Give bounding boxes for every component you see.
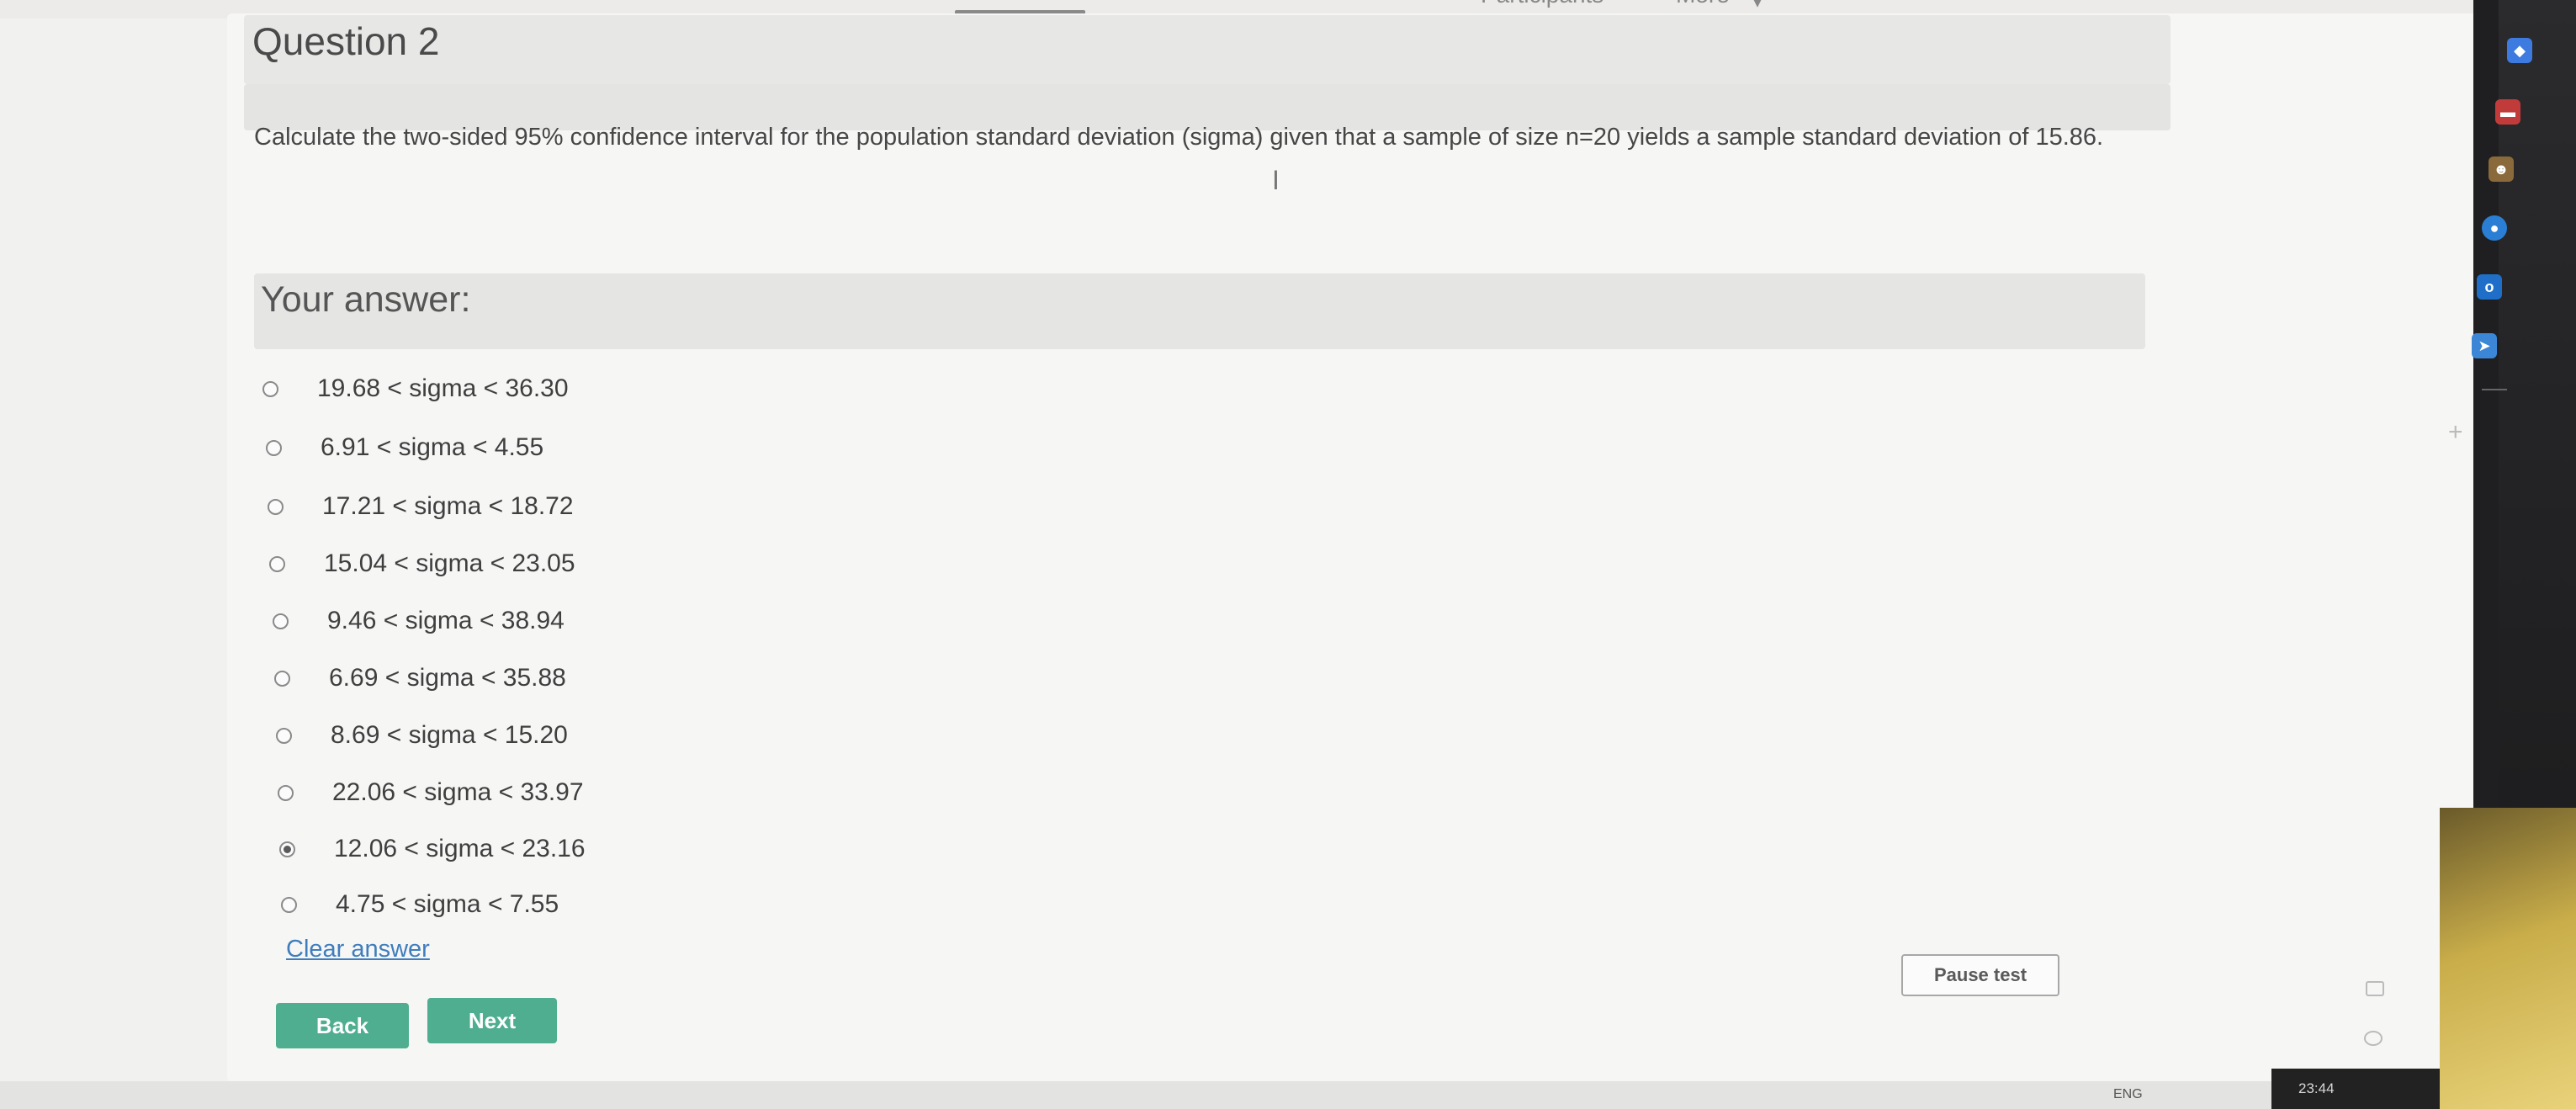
question-title: Question 2 [252, 19, 440, 63]
answer-option[interactable]: 12.06 < sigma < 23.16 [279, 830, 586, 868]
copilot-icon[interactable]: ● [2482, 215, 2507, 241]
answer-option[interactable]: 4.75 < sigma < 7.55 [281, 886, 559, 923]
answer-option[interactable]: 9.46 < sigma < 38.94 [273, 602, 564, 639]
settings-icon[interactable] [2364, 1031, 2383, 1046]
radio-button[interactable] [279, 841, 295, 857]
answer-option-label: 6.91 < sigma < 4.55 [321, 433, 544, 461]
desk-background [2440, 808, 2576, 1109]
people-icon[interactable]: ☻ [2489, 157, 2514, 182]
next-button[interactable]: Next [427, 998, 557, 1043]
window-icon[interactable] [2366, 981, 2384, 996]
radio-button[interactable] [268, 498, 284, 515]
answer-option[interactable]: 22.06 < sigma < 33.97 [278, 774, 584, 811]
answer-option-label: 15.04 < sigma < 23.05 [324, 549, 575, 577]
answer-option-label: 4.75 < sigma < 7.55 [336, 890, 559, 918]
answer-option-label: 6.69 < sigma < 35.88 [329, 664, 566, 692]
radio-button[interactable] [269, 555, 285, 572]
answer-option[interactable]: 6.91 < sigma < 4.55 [266, 429, 543, 466]
answer-option[interactable]: 6.69 < sigma < 35.88 [274, 660, 566, 697]
toolbox-icon[interactable]: ▬ [2495, 99, 2520, 125]
answer-option[interactable]: 15.04 < sigma < 23.05 [269, 545, 575, 582]
radio-button[interactable] [281, 896, 297, 913]
send-icon[interactable]: ➤ [2472, 333, 2497, 358]
taskbar-clock[interactable]: 23:44 [2298, 1080, 2335, 1097]
answer-option[interactable]: 19.68 < sigma < 36.30 [262, 370, 569, 407]
answer-option-label: 9.46 < sigma < 38.94 [327, 607, 564, 634]
answer-option-label: 19.68 < sigma < 36.30 [317, 374, 569, 402]
answer-option-label: 17.21 < sigma < 18.72 [322, 492, 574, 520]
diamond-icon[interactable]: ◆ [2507, 38, 2532, 63]
text-cursor-icon: I [1272, 165, 1280, 195]
back-button[interactable]: Back [276, 1003, 409, 1048]
language-indicator[interactable]: ENG [2113, 1087, 2143, 1102]
question-header [244, 15, 2171, 84]
pause-test-button[interactable]: Pause test [1901, 954, 2059, 996]
radio-button[interactable] [266, 439, 282, 456]
more-menu[interactable]: More [1676, 0, 1730, 8]
sidebar-divider [2482, 389, 2507, 390]
radio-button[interactable] [278, 784, 294, 801]
answer-header [254, 273, 2145, 349]
radio-button[interactable] [276, 727, 292, 744]
answer-option-label: 12.06 < sigma < 23.16 [334, 835, 586, 862]
answer-option[interactable]: 17.21 < sigma < 18.72 [268, 488, 574, 525]
answer-option-label: 22.06 < sigma < 33.97 [332, 778, 584, 806]
answer-heading: Your answer: [261, 279, 471, 320]
radio-button[interactable] [273, 613, 289, 629]
clear-answer-link[interactable]: Clear answer [286, 936, 430, 963]
taskbar-tray [2271, 1069, 2440, 1109]
add-icon[interactable]: + [2448, 418, 2463, 447]
radio-button[interactable] [274, 670, 290, 687]
radio-button[interactable] [262, 380, 278, 397]
question-text: Calculate the two-sided 95% confidence i… [254, 124, 2104, 151]
answer-option-label: 8.69 < sigma < 15.20 [331, 721, 568, 749]
answer-option[interactable]: 8.69 < sigma < 15.20 [276, 717, 568, 754]
chevron-down-icon: ▾ [1753, 0, 1762, 12]
taskbar [0, 1081, 2440, 1109]
outlook-icon[interactable]: o [2477, 274, 2502, 300]
participants-tab[interactable]: Participants [1481, 0, 1603, 8]
